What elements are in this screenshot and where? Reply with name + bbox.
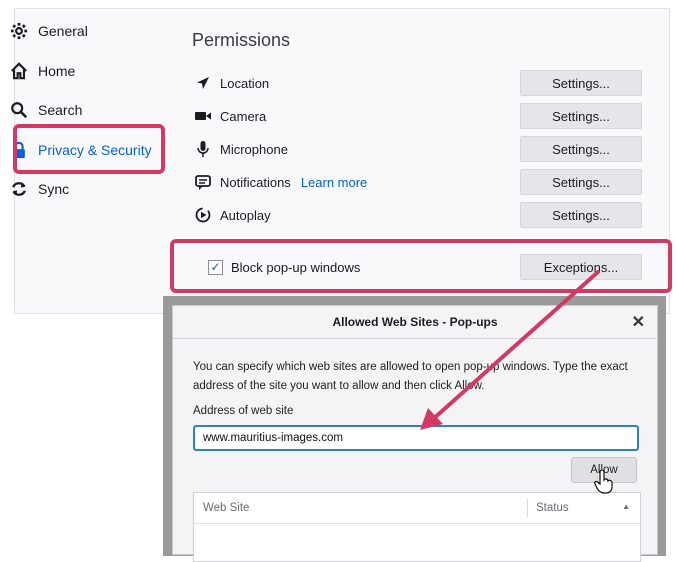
hand-cursor-icon (594, 470, 613, 494)
annotation-arrow (420, 270, 600, 430)
